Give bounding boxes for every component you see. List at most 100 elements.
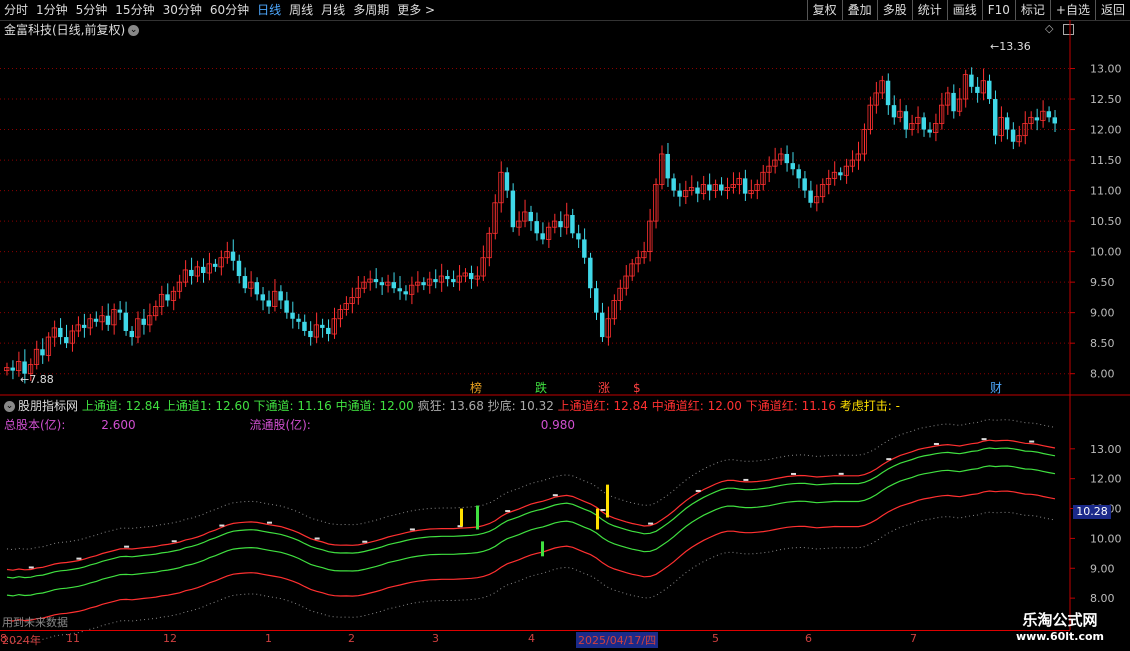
float-shares-value: 0.980 [540,418,576,432]
signal-bar [606,484,609,518]
time-axis-label: 3 [432,632,439,645]
time-axis-label: 6 [805,632,812,645]
candle-body [921,117,926,130]
time-axis-label: 2 [348,632,355,645]
candle-body [320,324,325,328]
indicator-value: 上通道: 12.84 [81,399,161,413]
candle-body [975,86,980,93]
indicator-value: 疯狂: 13.68 [413,399,484,413]
time-axis-label: 12 [163,632,177,645]
signal-marker: 财 [990,381,1002,395]
candle-body [242,276,248,289]
indicator-value: 上通道1: 12.60 [160,399,250,413]
indicator-value: 下通道红: 11.16 [741,399,836,413]
signal-dash [219,524,225,527]
candle-body [784,153,790,164]
candle-body [790,163,795,170]
signal-marker: 跌 [535,380,547,395]
time-axis-label: 8 [0,632,7,645]
y-axis-label: 8.00 [1090,368,1115,381]
indicator-value: 中通道: 12.00 [331,399,414,413]
signal-marker: 涨 [598,380,610,395]
chevron-down-icon[interactable]: ⌄ [4,401,15,412]
candle-body [927,129,932,133]
indicator-value: 抄底: 10.32 [483,399,554,413]
y-axis-label: 11.00 [1090,185,1122,198]
indicator-value: 考虑打击: - [835,399,900,413]
candle-body [230,251,236,261]
candle-body [81,324,87,328]
candle-body [254,282,260,295]
y-axis-label: 9.50 [1090,276,1115,289]
candle-body [93,318,99,322]
signal-dash [124,545,130,548]
signal-dash [171,540,177,543]
signal-dash [552,494,558,497]
watermark: 乐淘公式网 www.60lt.com [1000,609,1120,643]
future-data-note: 用到未来数据 [2,616,68,629]
candle-body [570,215,575,234]
signal-marker: $ [633,381,641,395]
candle-body [1046,111,1052,118]
candle-body [421,282,426,286]
indicator-values: 上通道: 12.84 上通道1: 12.60 下通道: 11.16 中通道: 1… [82,399,900,413]
signal-marker: 榜 [470,380,482,395]
indicator-header: ⌄ 股朋指标网 上通道: 12.84 上通道1: 12.60 下通道: 11.16… [4,397,900,414]
candle-body [201,266,206,273]
signal-bar [541,541,544,557]
y-axis-label: 11.50 [1090,154,1122,167]
candle-body [58,327,63,338]
cursor-date: 2025/04/17/四 [576,632,659,648]
signal-dash [600,509,606,512]
middle-channel [6,465,1056,597]
candle-body [540,233,545,240]
signal-bar [460,508,463,527]
candle-body [891,105,897,118]
candle-body [969,74,974,87]
candle-body [308,330,313,338]
candle-body [403,291,408,295]
candle-body [808,190,813,203]
indicator-value: 中通道红: 12.00 [647,399,742,413]
candle-body [1052,117,1057,124]
candle-body [838,172,843,176]
price-tag: 10.28 [1073,505,1111,519]
candle-body [695,187,700,194]
signal-bar [476,505,479,530]
candle-body [534,221,539,234]
candle-body [1004,117,1010,130]
y-axis-label: 12.00 [1090,124,1122,137]
candle-body [397,288,402,292]
y-axis-label: 10.50 [1090,215,1122,228]
signal-dash [314,537,320,540]
candle-body [379,282,385,286]
candle-body [22,361,27,374]
indicator-axis-label: 9.00 [1090,562,1115,575]
candle-body [510,190,516,228]
lower-channel-red [6,490,1056,622]
candle-body [599,312,605,338]
candle-body [236,260,242,277]
signal-dash [838,472,844,475]
indicator-axis-label: 10.00 [1090,532,1122,545]
candle-body [594,288,599,313]
candle-body [189,269,194,277]
signal-dash [362,540,368,543]
y-axis-label: 10.00 [1090,246,1122,259]
candle-body [796,169,801,179]
signal-bar [596,508,599,530]
signal-dash [648,522,654,525]
candle-body [296,318,301,322]
candle-body [677,190,682,197]
main-chart[interactable]: 13.00 12.50 12.00 11.50 11.00 10.50 10.00 9.50 9… [0,0,1130,650]
candle-body [707,184,712,191]
candle-body [326,327,331,335]
candle-body [588,257,593,289]
candle-body [284,300,289,313]
y-axis-label: 13.00 [1090,63,1122,76]
candle-body [302,321,307,331]
candle-body [802,178,807,191]
signal-dash [505,510,511,513]
candle-body [165,294,170,301]
signal-dash [695,489,701,492]
